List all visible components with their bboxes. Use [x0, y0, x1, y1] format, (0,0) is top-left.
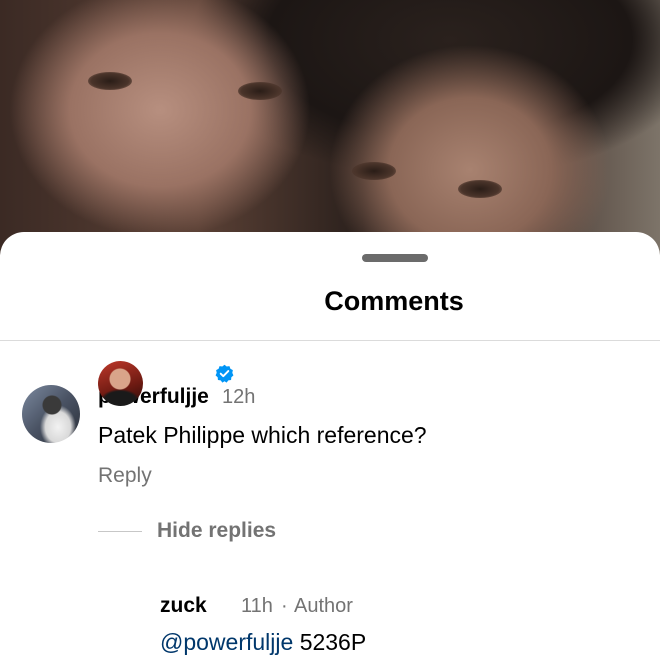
photo-detail: [458, 180, 502, 198]
avatar[interactable]: [22, 385, 80, 443]
comments-sheet: Comments powerfuljje 12h Patek Philippe …: [0, 232, 660, 660]
drag-handle[interactable]: [362, 254, 428, 262]
reply-time: 11h: [241, 595, 273, 617]
mention-link[interactable]: @powerfuljje: [160, 629, 293, 655]
replies-line: [98, 531, 142, 532]
photo-detail: [238, 82, 282, 100]
verified-badge-icon: [215, 364, 234, 383]
post-photo: [0, 0, 660, 260]
reply-button[interactable]: Reply: [98, 464, 152, 488]
meta-separator: ·: [281, 595, 288, 617]
comment-time: 12h: [222, 386, 256, 408]
hide-replies-button[interactable]: Hide replies: [157, 519, 276, 543]
comment-text: Patek Philippe which reference?: [98, 422, 427, 448]
avatar[interactable]: [98, 361, 143, 406]
divider: [0, 340, 660, 341]
reply-username[interactable]: zuck: [160, 594, 207, 618]
sheet-title: Comments: [324, 286, 464, 316]
photo-detail: [352, 162, 396, 180]
reply-text: @powerfuljje 5236P: [160, 629, 366, 656]
photo-detail: [88, 72, 132, 90]
reply-body: 5236P: [299, 629, 367, 655]
author-tag: Author: [294, 595, 353, 617]
